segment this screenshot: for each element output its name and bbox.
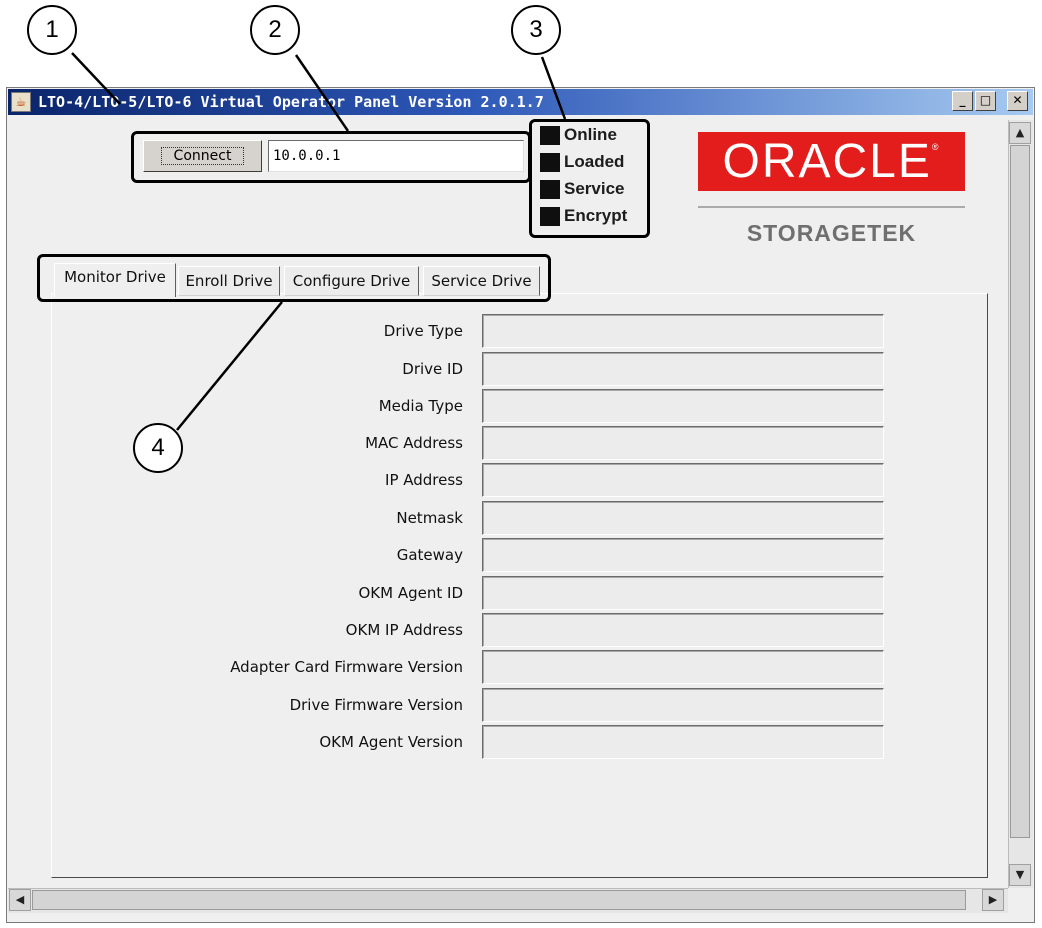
leader-line-3 [540,56,567,120]
callout-3: 3 [511,5,561,55]
leader-line-4 [176,301,283,431]
leader-line-2 [294,54,350,132]
callout-2: 2 [250,5,300,55]
callout-4: 4 [133,423,183,473]
callout-1: 1 [27,5,77,55]
leader-line-1 [71,52,121,105]
